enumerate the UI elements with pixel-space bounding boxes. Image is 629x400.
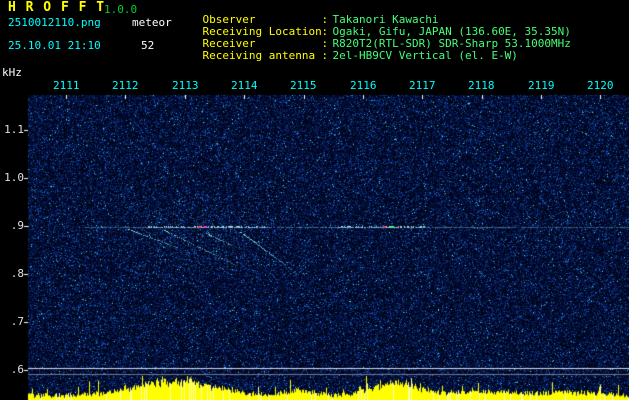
app-version: 1.0.0 [104, 3, 138, 16]
echo-count: 52 [141, 39, 155, 52]
app-title: H R O F F T [8, 0, 106, 15]
info-row-antenna: Receiving antenna:2el-HB9CV Vertical (el… [176, 38, 518, 74]
x-tick-label: 2117 [409, 79, 436, 92]
x-tick-label: 2119 [528, 79, 555, 92]
y-tick-label: .9 [10, 219, 24, 232]
x-tick-label: 2120 [587, 79, 614, 92]
x-tick-label: 2118 [468, 79, 495, 92]
y-tick-label: .6 [10, 363, 24, 376]
info-value: 2el-HB9CV Vertical (el. E-W) [332, 49, 518, 62]
y-tick-label: .8 [10, 267, 24, 280]
hrofft-output: H R O F F T 1.0.0 2510012110.png meteor … [0, 0, 629, 400]
y-tick-label: .7 [10, 315, 24, 328]
x-tick-label: 2111 [53, 79, 80, 92]
y-tick-label: 1.0 [4, 171, 24, 184]
mode-label: meteor [132, 16, 172, 29]
info-label: Receiving antenna [202, 49, 316, 62]
y-tick-label: 1.1 [4, 123, 24, 136]
info-colon: : [321, 49, 329, 62]
x-tick-label: 2116 [350, 79, 377, 92]
output-filename: 2510012110.png [8, 16, 101, 29]
x-tick-label: 2113 [172, 79, 199, 92]
y-axis-unit: kHz [2, 66, 22, 79]
x-tick-label: 2112 [112, 79, 139, 92]
x-tick-label: 2114 [231, 79, 258, 92]
x-tick-label: 2115 [290, 79, 317, 92]
timestamp: 25.10.01 21:10 [8, 39, 101, 52]
